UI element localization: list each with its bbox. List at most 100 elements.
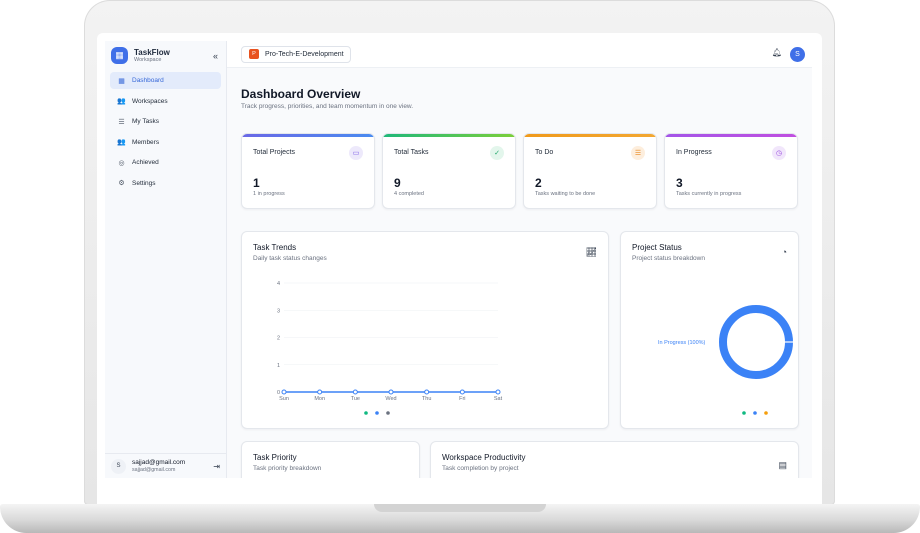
- y-tick-label: 1: [277, 363, 280, 369]
- sidebar-item-label: Achieved: [132, 159, 159, 166]
- data-point: [317, 389, 323, 395]
- topbar: P Pro-Tech-E-Development 🔔︎ S: [227, 41, 812, 68]
- slice-label: In Progress (100%): [658, 340, 706, 346]
- people-icon: 👥: [117, 98, 126, 105]
- x-tick-label: Mon: [314, 396, 325, 402]
- y-tick-label: 3: [277, 308, 280, 314]
- sidebar: ▦ TaskFlow Workspace « ▦ Dashboard 👥 Worksp…: [105, 41, 227, 478]
- task-priority-title: Task Priority: [253, 453, 297, 462]
- legend-dot: [375, 411, 379, 415]
- laptop-notch: [374, 504, 546, 512]
- data-point: [352, 389, 358, 395]
- in-progress-icon: ◷: [772, 146, 786, 160]
- data-point: [459, 389, 465, 395]
- project-status-chart: In Progress (100%): [658, 305, 794, 415]
- sidebar-nav: ▦ Dashboard 👥 Workspaces ☰ My Tasks 👥 Members ◎ A…: [105, 72, 226, 192]
- logout-icon[interactable]: ⇥: [213, 462, 220, 471]
- workspace-badge: P: [249, 49, 259, 59]
- sidebar-item-members[interactable]: 👥 Members: [110, 134, 221, 151]
- stat-label: To Do: [535, 149, 554, 156]
- list-icon: ☰: [118, 118, 125, 126]
- data-point: [281, 389, 287, 395]
- sidebar-item-label: Settings: [132, 179, 156, 187]
- x-tick-label: Sat: [494, 396, 503, 402]
- page-subtitle: Track progress, priorities, and team mom…: [241, 103, 414, 110]
- sidebar-item-workspaces[interactable]: 👥 Workspaces: [110, 93, 221, 110]
- to-do-icon: ☰: [631, 146, 645, 160]
- stat-note: 1 in progress: [253, 191, 285, 197]
- stat-label: Total Projects: [253, 149, 296, 156]
- stat-note: 4 completed: [394, 191, 424, 197]
- user-footer: S sajjad@gmail.com sajjad@gmail.com ⇥: [105, 453, 226, 478]
- y-tick-label: 2: [277, 336, 280, 342]
- main-content: P Pro-Tech-E-Development 🔔︎ S Dashboard …: [227, 41, 812, 478]
- x-tick-label: Wed: [385, 396, 396, 402]
- legend-dot: [742, 411, 746, 415]
- sidebar-item-achieved[interactable]: ◎ Achieved: [110, 154, 221, 171]
- stat-value: 9: [394, 176, 401, 190]
- stat-value: 1: [253, 176, 260, 190]
- avatar[interactable]: S: [111, 458, 126, 474]
- total-projects-icon: ▭: [349, 146, 363, 160]
- sidebar-item-settings[interactable]: ⚙ Settings: [110, 175, 221, 192]
- workspace-productivity-title: Workspace Productivity: [442, 453, 526, 462]
- bar-chart-icon[interactable]: ▤: [778, 460, 787, 471]
- stat-note: Tasks currently in progress: [676, 191, 742, 197]
- total-tasks-icon: ✓: [490, 146, 504, 160]
- members-icon: 👥: [117, 139, 126, 146]
- stat-label: In Progress: [676, 149, 712, 156]
- grid-icon: ▦: [118, 77, 125, 85]
- sidebar-item-my-tasks[interactable]: ☰ My Tasks: [110, 113, 221, 130]
- total-tasks-card: Total Tasks ✓ 9 4 completed: [382, 133, 516, 209]
- stat-note: Tasks waiting to be done: [535, 191, 596, 197]
- task-priority-subtitle: Task priority breakdown: [253, 465, 322, 472]
- total-projects-card: Total Projects ▭ 1 1 in progress: [241, 133, 375, 209]
- task-priority-card: Task Priority Task priority breakdown: [241, 441, 420, 478]
- sidebar-item-label: Workspaces: [132, 97, 168, 105]
- stat-value: 3: [676, 176, 683, 190]
- gear-icon: ⚙: [118, 180, 125, 187]
- workspace-switcher[interactable]: P Pro-Tech-E-Development: [241, 45, 351, 63]
- stat-value: 2: [535, 176, 542, 190]
- workspace-productivity-subtitle: Task completion by project: [442, 465, 519, 472]
- collapse-sidebar-icon[interactable]: «: [213, 51, 218, 61]
- sidebar-item-label: Members: [132, 138, 160, 146]
- accent-bar: [242, 134, 374, 137]
- workspace-productivity-card: Workspace Productivity Task completion b…: [430, 441, 799, 478]
- data-point: [495, 389, 501, 395]
- project-status-card: Project Status Project status breakdown …: [620, 231, 799, 429]
- page-title: Dashboard Overview: [241, 87, 361, 101]
- check-circle-icon: ◎: [118, 159, 125, 167]
- workspace-name: Pro-Tech-E-Development: [265, 50, 344, 58]
- app-screen: ▦ TaskFlow Workspace « ▦ Dashboard 👥 Worksp…: [105, 41, 812, 478]
- user-email: sajjad@gmail.com: [132, 466, 176, 473]
- bell-icon[interactable]: 🔔︎: [772, 48, 782, 57]
- x-tick-label: Sun: [279, 396, 289, 402]
- data-point: [388, 389, 394, 395]
- brand: ▦ TaskFlow Workspace «: [105, 43, 226, 68]
- sidebar-item-label: Dashboard: [132, 77, 164, 84]
- y-tick-label: 4: [277, 281, 280, 287]
- task-trends-chart: 01234Sun Mon Tue Wed Thu Fri Sat: [277, 281, 503, 415]
- sidebar-item-label: My Tasks: [132, 118, 159, 125]
- stat-label: Total Tasks: [394, 149, 429, 156]
- to-do-card: To Do ☰ 2 Tasks waiting to be done: [523, 133, 657, 209]
- data-point: [424, 389, 430, 395]
- user-name: sajjad@gmail.com: [132, 458, 186, 466]
- accent-bar: [524, 134, 656, 137]
- task-trends-card: Task Trends Daily task status changes 📈︎…: [241, 231, 609, 429]
- sidebar-item-dashboard[interactable]: ▦ Dashboard: [110, 72, 221, 89]
- legend-dot: [386, 411, 390, 415]
- in-progress-card: In Progress ◷ 3 Tasks currently in progress: [664, 133, 798, 209]
- x-tick-label: Thu: [422, 396, 431, 402]
- accent-bar: [665, 134, 797, 137]
- legend-dot: [753, 411, 757, 415]
- pie-slice: [719, 305, 793, 379]
- accent-bar: [383, 134, 515, 137]
- app-subtitle: Workspace: [134, 56, 162, 63]
- legend-dot: [764, 411, 768, 415]
- x-tick-label: Fri: [459, 396, 465, 402]
- avatar[interactable]: S: [790, 47, 805, 62]
- logo-icon: ▦: [111, 47, 128, 64]
- x-tick-label: Tue: [351, 396, 360, 402]
